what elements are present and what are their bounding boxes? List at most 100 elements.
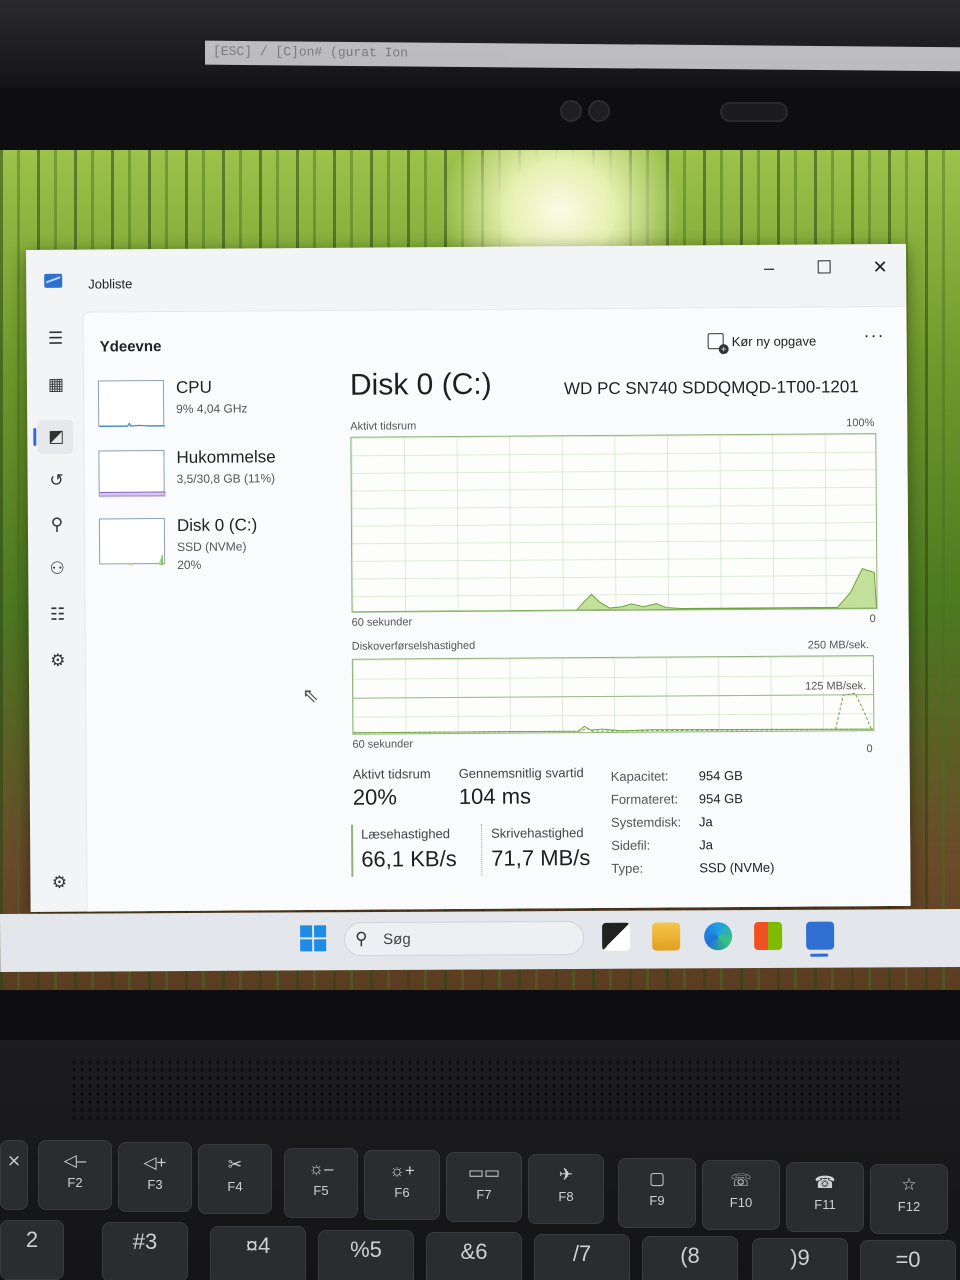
device-item-cpu[interactable]: CPU 9% 4,04 GHz (96, 377, 346, 443)
screen-desktop: Jobliste – ☐ ✕ ☰ ▦ ◩ ↺ ⚲ ⚇ ☷ ⚙ ⚙ Ydeevne (0, 150, 960, 990)
task-manager-window[interactable]: Jobliste – ☐ ✕ ☰ ▦ ◩ ↺ ⚲ ⚇ ☷ ⚙ ⚙ Ydeevne (26, 243, 911, 912)
task-manager-app-icon (44, 273, 63, 288)
property-key: Sidefil: (611, 837, 651, 853)
services-icon[interactable]: ⚙ (47, 650, 69, 672)
read-series-marker (351, 824, 354, 877)
disk-model: WD PC SN740 SDDQMQD-1T00-1201 (563, 377, 859, 399)
navigation-rail: ☰ ▦ ◩ ↺ ⚲ ⚇ ☷ ⚙ ⚙ (26, 312, 86, 912)
write-speed-label: Skrivehastighed (491, 825, 584, 841)
search-icon: ⚲ (355, 929, 368, 949)
close-button[interactable]: ✕ (862, 252, 898, 282)
camera-shutter (720, 102, 788, 122)
performance-icon[interactable]: ◩ (45, 426, 67, 448)
task-view-icon[interactable] (602, 922, 631, 951)
key-f8[interactable]: ✈ F8 (528, 1154, 604, 1224)
key-f2[interactable]: ◁– F2 (38, 1140, 112, 1210)
device-name: CPU (175, 377, 212, 397)
key-f6[interactable]: ☼+ F6 (364, 1150, 440, 1220)
key-f12[interactable]: ☆ F12 (870, 1164, 948, 1234)
running-app-indicator (810, 953, 829, 957)
avg-response-value: 104 ms (458, 783, 532, 809)
active-time-stat-value: 20% (352, 784, 397, 810)
key-4[interactable]: ¤4 (210, 1226, 306, 1280)
webcam (560, 100, 620, 126)
task-manager-taskbar-icon[interactable] (806, 921, 835, 950)
users-icon[interactable]: ⚇ (46, 558, 68, 580)
performance-panel: Ydeevne Kør ny opgave ··· CPU 9% 4,04 GH… (82, 305, 911, 912)
device-type: SSD (NVMe) (177, 539, 247, 554)
minimize-button[interactable]: – (751, 253, 787, 283)
property-value: Ja (699, 837, 713, 853)
key-2[interactable]: 2 (0, 1220, 64, 1280)
device-usage: 3,5/30,8 GB (11%) (176, 471, 276, 486)
external-monitor-text: [ESC] / [C]on# (gurat Ion (205, 40, 960, 72)
key-f7[interactable]: ▭▭ F7 (446, 1152, 522, 1222)
active-time-graph-label: Aktivt tidsrum (350, 420, 417, 433)
disk-title: Disk 0 (C:) (349, 367, 492, 402)
maximize-button[interactable]: ☐ (806, 252, 842, 282)
key-f3[interactable]: ◁+ F3 (118, 1142, 192, 1212)
key-8[interactable]: (8 (642, 1236, 738, 1280)
external-monitor-edge: [ESC] / [C]on# (gurat Ion (0, 0, 960, 88)
active-time-time-label: 60 sekunder (351, 616, 413, 629)
cpu-mini-graph (97, 380, 166, 427)
property-value: Ja (698, 814, 713, 830)
active-nav-indicator (33, 427, 37, 446)
key-f9[interactable]: ▢ F9 (618, 1158, 696, 1228)
photo-scene: [ESC] / [C]on# (gurat Ion Jobliste – ☐ ✕… (0, 0, 960, 1280)
active-time-graph (350, 433, 878, 613)
title-bar[interactable]: Jobliste – ☐ ✕ (26, 244, 906, 312)
transfer-min-label: 0 (866, 743, 873, 756)
run-new-task-button[interactable]: Kør ny opgave (707, 327, 817, 356)
key-0[interactable]: =0 (860, 1240, 956, 1280)
app-history-icon[interactable]: ↺ (46, 470, 68, 492)
key-5[interactable]: %5 (318, 1230, 414, 1280)
key-f5[interactable]: ☼– F5 (284, 1148, 358, 1218)
key-9[interactable]: )9 (752, 1238, 848, 1280)
details-icon[interactable]: ☷ (46, 604, 68, 626)
key-7[interactable]: /7 (534, 1234, 630, 1280)
window-title: Jobliste (88, 276, 133, 292)
run-new-task-label: Kør ny opgave (731, 333, 817, 350)
speaker-grille (70, 1058, 900, 1122)
active-time-max-label: 100% (846, 417, 875, 430)
property-key: Formateret: (610, 791, 679, 807)
page-title: Ydeevne (99, 338, 162, 356)
property-key: Type: (611, 860, 644, 876)
key-f4[interactable]: ✂ F4 (198, 1144, 272, 1214)
write-series-marker (481, 823, 483, 876)
key-3[interactable]: #3 (102, 1222, 188, 1280)
read-speed-value: 66,1 KB/s (361, 846, 457, 872)
processes-icon[interactable]: ▦ (45, 374, 67, 396)
device-usage: 20% (177, 557, 202, 572)
key-f1: ⨯ (0, 1140, 28, 1210)
property-value: SSD (NVMe) (699, 859, 775, 876)
property-value: 954 GB (698, 791, 743, 807)
file-explorer-icon[interactable] (652, 922, 681, 951)
property-key: Kapacitet: (610, 768, 669, 784)
microsoft-store-icon[interactable] (754, 921, 783, 951)
new-task-icon (707, 333, 724, 350)
memory-mini-graph (98, 450, 166, 498)
device-item-disk-0[interactable]: Disk 0 (C:) SSD (NVMe) 20% (97, 515, 347, 581)
device-item-memory[interactable]: Hukommelse 3,5/30,8 GB (11%) (96, 447, 346, 513)
avg-response-label: Gennemsnitlig svartid (458, 765, 584, 781)
settings-icon[interactable]: ⚙ (48, 872, 70, 894)
transfer-max-label: 250 MB/sek. (807, 639, 869, 652)
write-speed-value: 71,7 MB/s (491, 845, 591, 871)
key-f11[interactable]: ☎ F11 (786, 1162, 864, 1232)
key-f10[interactable]: ☏ F10 (702, 1160, 780, 1230)
property-value: 954 GB (698, 768, 743, 784)
read-speed-label: Læsehastighed (361, 826, 451, 842)
active-time-min-label: 0 (869, 613, 876, 626)
windows-start-icon[interactable] (300, 925, 327, 952)
edge-browser-icon[interactable] (704, 922, 733, 951)
startup-apps-icon[interactable]: ⚲ (46, 514, 68, 536)
transfer-graph-label: Diskoverførselshastighed (351, 639, 476, 653)
device-name: Hukommelse (176, 447, 276, 467)
key-6[interactable]: &6 (426, 1232, 522, 1280)
transfer-time-label: 60 sekunder (352, 738, 414, 751)
more-options-button[interactable]: ··· (864, 325, 885, 346)
hamburger-menu-icon[interactable]: ☰ (45, 328, 67, 350)
taskbar-search-box[interactable]: ⚲ Søg (344, 920, 585, 957)
